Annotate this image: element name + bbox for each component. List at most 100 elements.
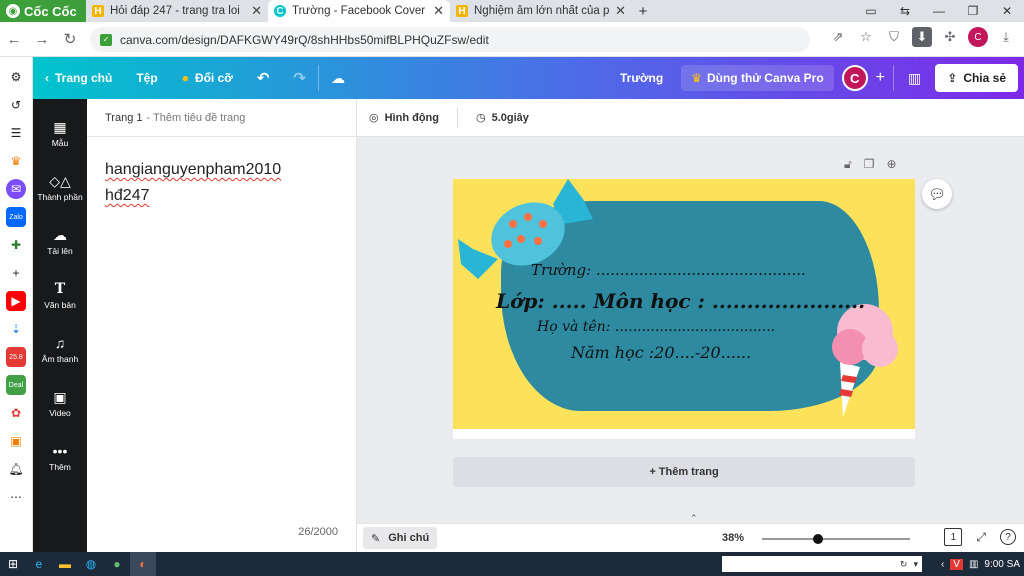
back-arrow-icon[interactable]: ← [0,31,28,48]
zalo-icon[interactable]: Zalo [6,207,26,227]
elements-icon: ◇△ [49,173,71,189]
zoom-slider[interactable] [762,534,910,544]
browser-tab-1[interactable]: H Hỏi đáp 247 - trang tra loi ✕ [86,0,268,22]
clock-time[interactable]: 9:00 SA [984,559,1020,570]
back-forward-icon[interactable]: ⇆ [888,0,922,22]
window-menu-icon[interactable]: ▭ [854,0,888,22]
canva-taskbar-icon[interactable]: ◐ [130,552,156,576]
coccoc-logo-icon: ◉ [6,4,20,18]
add-page-button[interactable]: + Thêm trang [453,457,915,487]
rail-item-video[interactable]: ▣ Video [33,377,87,431]
extensions-icon[interactable]: ✣ [940,27,960,47]
add-app-icon[interactable]: + [6,263,26,283]
share-button[interactable]: ⇪ Chia sẻ [935,64,1018,92]
coccoc-taskbar-icon[interactable]: ● [104,552,130,576]
help-icon[interactable]: ? [1000,529,1016,545]
design-page[interactable]: Trường: ................................… [453,179,915,429]
deal-icon[interactable]: Deal [6,375,26,395]
close-window-icon[interactable]: ✕ [990,0,1024,22]
taskbar-search-box[interactable]: ↻ ▾ [722,556,922,572]
share-page-icon[interactable]: ⇗ [828,27,848,47]
undo-button[interactable]: ↶ [245,57,282,99]
star-icon[interactable]: ☆ [856,27,876,47]
rail-label: Thêm [49,462,71,472]
add-collaborator-icon[interactable]: + [876,69,885,87]
downloads-icon[interactable]: ⤓ [996,27,1016,47]
antivirus-icon[interactable]: V [950,558,963,570]
crown-icon[interactable]: ♛ [6,151,26,171]
rail-item-uploads[interactable]: ☁ Tải lên [33,215,87,269]
add-page-title-link[interactable]: - Thêm tiêu đề trang [147,112,246,124]
close-tab-icon[interactable]: ✕ [251,3,262,19]
rail-item-more[interactable]: ••• Thêm [33,431,87,485]
lock-icon[interactable]: 🔓︎ [844,157,852,172]
zoom-slider-handle[interactable] [813,534,824,544]
duration-button[interactable]: ◷ 5.0giây [476,111,529,125]
file-explorer-icon[interactable]: ▬ [52,552,78,576]
school-year-line[interactable]: Năm học :20....-20...... [571,343,751,362]
fullscreen-icon[interactable]: ⤢ [976,530,986,545]
rail-item-elements[interactable]: ◇△ Thành phần [33,161,87,215]
home-button[interactable]: ‹ Trang chủ [33,57,124,99]
minimize-icon[interactable]: — [922,0,956,22]
school-line[interactable]: Trường: ................................… [531,261,806,279]
notes-button[interactable]: ✎ Ghi chú [363,527,438,549]
browser-tab-2[interactable]: C Trường - Facebook Cover ✕ [268,0,450,22]
try-pro-button[interactable]: ♛ Dùng thử Canva Pro [681,65,834,91]
game-controller-icon[interactable]: ✚ [6,235,26,255]
browser-tab-3[interactable]: H Nghiệm âm lớn nhất của pt tr ✕ [450,0,632,22]
url-field[interactable]: ✓ canva.com/design/DAFKGWY49rQ/8shHHbs50… [90,27,810,52]
insights-chart-icon[interactable]: ▥ [902,70,927,87]
download-arrow-icon[interactable]: ⇣ [6,319,26,339]
cloud-save-button[interactable]: ☁ [319,57,357,99]
maximize-icon[interactable]: ❐ [956,0,990,22]
animate-button[interactable]: ◎ Hình động [369,111,439,125]
window-controls: ▭ ⇆ — ❐ ✕ [854,0,1024,22]
tray-arrow-icon[interactable]: ‹ [941,559,944,570]
zalo-taskbar-icon[interactable]: ◍ [78,552,104,576]
tab-title: Hỏi đáp 247 - trang tra loi [110,5,240,17]
youtube-icon[interactable]: ▶ [6,291,26,311]
file-menu-button[interactable]: Tệp [124,57,169,99]
reading-list-icon[interactable]: ☰ [6,123,26,143]
resize-button[interactable]: ● Đổi cỡ [170,57,245,99]
rail-item-templates[interactable]: ▦ Mẫu [33,107,87,161]
name-line[interactable]: Họ và tên: .............................… [537,319,775,335]
notes-textarea[interactable]: hangianguyenpham2010 hđ247 [87,137,356,229]
redo-button[interactable]: ↷ [281,57,318,99]
rail-item-text[interactable]: T Văn bản [33,269,87,323]
messenger-icon[interactable]: ✉ [6,179,26,199]
shop-icon[interactable]: ▣ [6,431,26,451]
more-dots-icon[interactable]: ⋯ [6,487,26,507]
edge-icon[interactable]: e [26,552,52,576]
download-box-icon[interactable]: ⬇ [912,27,932,47]
animate-label: Hình động [384,111,439,124]
new-tab-icon[interactable]: + [632,0,654,22]
browser-brand[interactable]: ◉ Cốc Cốc [0,0,86,22]
doc-title[interactable]: Trường [620,71,663,85]
page-count-button[interactable]: 1 [944,528,963,546]
duplicate-icon[interactable]: ❐ [864,157,875,172]
rail-item-audio[interactable]: ♫ Âm thanh [33,323,87,377]
close-tab-icon[interactable]: ✕ [433,3,444,19]
add-page-icon[interactable]: ⊕ [887,157,897,172]
user-avatar[interactable]: C [841,65,868,91]
cotton-candy-graphic[interactable] [825,297,910,422]
rail-label: Thành phần [37,192,83,202]
bell-icon[interactable]: 🔔︎ [6,459,26,479]
close-tab-icon[interactable]: ✕ [615,3,626,19]
history-icon[interactable]: ↺ [6,95,26,115]
class-subject-line[interactable]: Lớp: ..... Môn học : ...................… [496,289,865,313]
profile-avatar[interactable]: C [968,27,988,47]
reload-icon[interactable]: ↻ [56,30,84,48]
coupon-icon[interactable]: ✿ [6,403,26,423]
add-comment-button[interactable]: 💬︎ [922,179,952,209]
forward-arrow-icon[interactable]: → [28,31,56,48]
shield-icon[interactable]: ⛉ [884,27,904,47]
network-icon[interactable]: ▥ [969,559,978,570]
settings-gear-icon[interactable]: ⚙ [6,67,26,87]
zoom-level[interactable]: 38% [722,532,744,544]
sale-icon[interactable]: 25.8 [6,347,26,367]
windows-start-icon[interactable]: ⊞ [0,552,26,576]
candy-graphic[interactable] [453,179,603,299]
